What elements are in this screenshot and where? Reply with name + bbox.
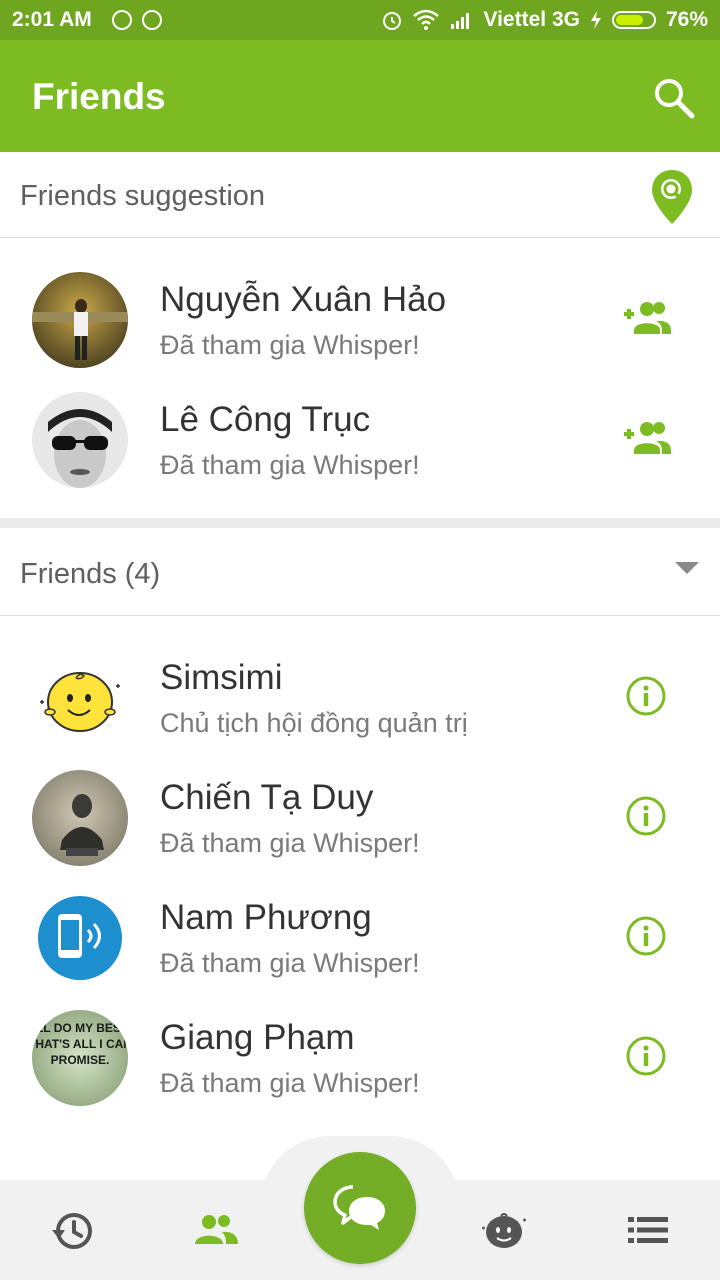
carrier-label: Viettel 3G — [483, 8, 580, 31]
info-icon[interactable] — [626, 676, 666, 716]
battery-label: 76% — [665, 8, 708, 31]
notification-icon-2 — [142, 10, 162, 30]
friend-name: Lê Công Trục — [160, 400, 371, 439]
friend-name: Nam Phương — [160, 898, 372, 937]
simsimi-icon[interactable] — [479, 1208, 529, 1252]
status-time: 2:01 AM — [12, 8, 92, 31]
nav-menu[interactable] — [576, 1180, 720, 1280]
avatar — [32, 392, 128, 488]
avatar — [32, 770, 128, 866]
friend-name: Nguyễn Xuân Hảo — [160, 280, 447, 319]
menu-icon[interactable] — [628, 1216, 668, 1244]
suggestion-header: Friends suggestion — [0, 152, 720, 238]
location-search-icon[interactable] — [650, 168, 694, 226]
chat-button[interactable] — [304, 1152, 416, 1264]
notification-icon — [112, 10, 132, 30]
nav-history[interactable] — [0, 1180, 144, 1280]
friend-status: Đã tham gia Whisper! — [160, 1068, 420, 1098]
friend-status: Đã tham gia Whisper! — [160, 450, 420, 480]
section-divider — [0, 518, 720, 528]
friends-header[interactable]: Friends (4) — [0, 530, 720, 616]
friend-name: Simsimi — [160, 658, 283, 697]
friend-status: Đã tham gia Whisper! — [160, 330, 420, 360]
status-bar: 2:01 AM Viettel 3G 76% — [0, 0, 720, 40]
signal-icon — [451, 13, 470, 29]
nav-friends[interactable] — [144, 1180, 288, 1280]
friend-name: Chiến Tạ Duy — [160, 778, 374, 817]
svg-text:I'LL DO MY BEST,THAT'S ALL I C: I'LL DO MY BEST, THAT'S ALL I CAN PROMISE. — [32, 1021, 128, 1067]
page-title: Friends — [32, 76, 166, 117]
friends-icon[interactable] — [193, 1212, 239, 1248]
info-icon[interactable] — [626, 796, 666, 836]
friend-item[interactable]: I'LL DO MY BEST, THAT'S ALL I CAN PROMISE.… — [0, 996, 720, 1116]
suggestion-item[interactable]: Nguyễn Xuân Hảo Đã tham gia Whisper! — [0, 258, 720, 378]
friends-header-label: Friends (4) — [20, 558, 161, 590]
battery-indicator — [611, 11, 656, 29]
caret-down-icon[interactable] — [674, 560, 700, 576]
history-icon[interactable] — [50, 1208, 94, 1252]
nav-simsimi[interactable] — [432, 1180, 576, 1280]
search-icon[interactable] — [652, 76, 696, 120]
charging-icon — [590, 11, 601, 29]
friend-item[interactable]: Chiến Tạ Duy Đã tham gia Whisper! — [0, 756, 720, 876]
friend-item[interactable]: Nam Phương Đã tham gia Whisper! — [0, 876, 720, 996]
wifi-icon — [413, 9, 440, 30]
suggestion-item[interactable]: Lê Công Trục Đã tham gia Whisper! — [0, 378, 720, 498]
avatar — [32, 272, 128, 368]
friend-status: Đã tham gia Whisper! — [160, 828, 420, 858]
app-bar: Friends — [0, 40, 720, 152]
avatar — [32, 890, 128, 986]
friend-item[interactable]: Simsimi Chủ tịch hội đồng quản trị — [0, 636, 720, 756]
avatar: I'LL DO MY BEST, THAT'S ALL I CAN PROMISE. — [32, 1010, 128, 1106]
info-icon[interactable] — [626, 916, 666, 956]
friend-status: Đã tham gia Whisper! — [160, 948, 420, 978]
avatar — [32, 650, 128, 746]
status-right: Viettel 3G 76% — [381, 8, 708, 32]
friend-name: Giang Phạm — [160, 1018, 355, 1057]
info-icon[interactable] — [626, 1036, 666, 1076]
add-friend-icon[interactable] — [622, 296, 672, 338]
friend-status: Chủ tịch hội đồng quản trị — [160, 708, 468, 738]
suggestion-header-label: Friends suggestion — [20, 180, 266, 212]
chat-icon — [333, 1185, 385, 1230]
alarm-icon — [383, 12, 402, 30]
battery-fill — [615, 15, 643, 25]
add-friend-icon[interactable] — [622, 416, 672, 458]
